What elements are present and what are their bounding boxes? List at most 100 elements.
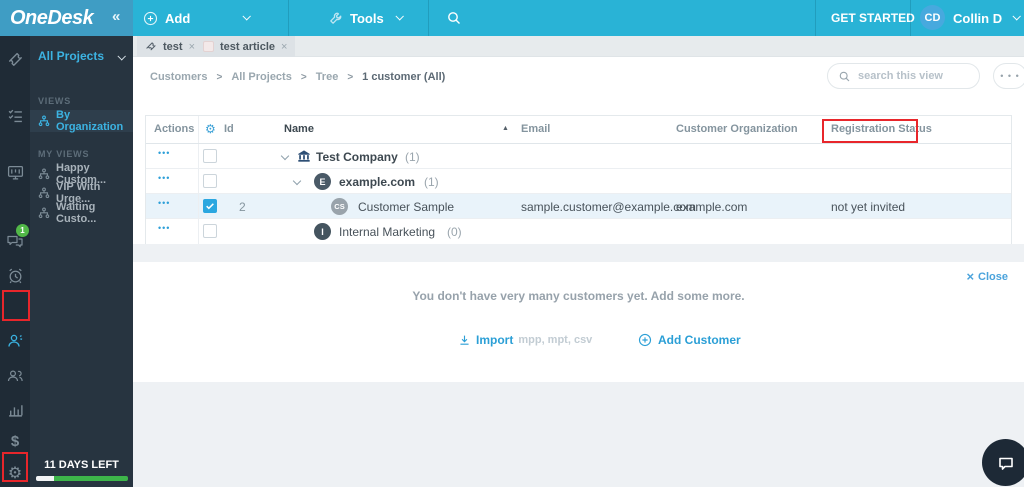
financials-icon[interactable]: $: [0, 428, 30, 454]
row-name: example.com: [339, 175, 416, 189]
view-label: By Organization: [56, 109, 124, 133]
sidebar-view-waiting[interactable]: Waiting Custo...: [30, 201, 133, 225]
sidebar-collapse-button[interactable]: «: [112, 8, 120, 25]
logo-block: OneDesk «: [0, 0, 133, 36]
row-name: Customer Sample: [358, 200, 455, 214]
tickets-icon[interactable]: [0, 46, 30, 72]
row-checkbox-checked[interactable]: [203, 199, 217, 213]
get-started-button[interactable]: GET STARTED: [831, 0, 915, 36]
customers-icon[interactable]: [0, 328, 30, 354]
add-customer-button[interactable]: Add Customer: [638, 333, 741, 347]
search-placeholder: search this view: [858, 70, 943, 82]
row-actions-icon[interactable]: •••: [158, 173, 170, 183]
sidebar-view-by-organization[interactable]: By Organization: [30, 109, 133, 133]
row-checkbox[interactable]: [203, 174, 217, 188]
organization-bank-icon: [297, 149, 311, 163]
top-navbar: OneDesk « Add Tools GET STARTED CD Colli…: [0, 0, 1024, 36]
chat-launcher-button[interactable]: [982, 439, 1024, 486]
column-divider: [198, 169, 199, 193]
row-count: (1): [424, 175, 439, 189]
search-icon: [838, 70, 851, 83]
onedesk-logo: OneDesk: [10, 6, 94, 29]
tools-label: Tools: [350, 10, 384, 26]
table-row-test-company[interactable]: ••• Test Company (1): [146, 144, 1011, 169]
chat-bubble-icon: [996, 453, 1016, 473]
header-name[interactable]: Name: [284, 123, 314, 135]
row-count: (1): [405, 150, 420, 164]
wrench-icon: [328, 11, 343, 26]
projects-sidebar: All Projects VIEWS By Organization MY VI…: [30, 36, 133, 487]
tab-label: test article: [220, 40, 276, 53]
column-divider: [198, 194, 199, 218]
global-search-icon[interactable]: [446, 10, 462, 26]
table-row-customer-sample[interactable]: ••• 2 CS Customer Sample sample.customer…: [146, 194, 1011, 219]
table-row-internal-marketing[interactable]: ••• I Internal Marketing (0): [146, 219, 1011, 244]
tools-button[interactable]: Tools: [328, 0, 384, 36]
annotation-box-customers-icon: [2, 290, 30, 321]
sort-ascending-icon[interactable]: ▲: [502, 125, 509, 132]
close-panel-button[interactable]: × Close: [966, 269, 1008, 284]
tasks-icon[interactable]: [0, 102, 30, 128]
header-id[interactable]: Id: [224, 123, 234, 135]
tab-label: test: [163, 40, 183, 53]
close-x-icon: ×: [966, 269, 975, 284]
content-bottom-background: [133, 382, 1024, 487]
article-icon: [203, 41, 214, 52]
header-actions[interactable]: Actions: [154, 123, 194, 135]
add-customer-label: Add Customer: [658, 333, 741, 347]
view-search-input[interactable]: search this view: [827, 63, 980, 89]
section-gap: [133, 244, 1024, 262]
column-settings-gear-icon[interactable]: ⚙: [205, 122, 216, 136]
all-projects-selector[interactable]: All Projects: [38, 49, 104, 63]
breadcrumb-all-projects[interactable]: All Projects: [231, 71, 292, 83]
more-options-button[interactable]: • • •: [993, 63, 1024, 89]
nav-divider: [428, 0, 429, 36]
views-section-label: VIEWS: [38, 96, 72, 106]
nav-divider: [288, 0, 289, 36]
nav-divider: [910, 0, 911, 36]
import-button[interactable]: Import mpp, mpt, csv: [458, 333, 592, 347]
row-checkbox[interactable]: [203, 224, 217, 238]
tab-test-article[interactable]: test article ×: [195, 36, 296, 57]
tab-test[interactable]: test ×: [137, 36, 203, 57]
row-actions-icon[interactable]: •••: [158, 148, 170, 158]
download-icon: [458, 334, 471, 347]
row-count: (0): [447, 225, 462, 239]
table-row-example-com[interactable]: ••• E example.com (1): [146, 169, 1011, 194]
timesheets-icon[interactable]: [0, 262, 30, 288]
all-projects-chevron-icon[interactable]: [117, 52, 126, 61]
annotation-box-apps-icon: [2, 452, 28, 482]
collapse-chevron-icon[interactable]: [292, 176, 302, 186]
my-views-section-label: MY VIEWS: [38, 149, 90, 159]
import-formats: mpp, mpt, csv: [518, 334, 593, 346]
get-started-label: GET STARTED: [831, 11, 915, 25]
breadcrumb-separator: >: [347, 71, 354, 83]
user-menu[interactable]: Collin D: [953, 0, 1002, 36]
analytics-icon[interactable]: [0, 396, 30, 422]
column-divider: [198, 219, 199, 244]
header-email[interactable]: Email: [521, 123, 550, 135]
user-chevron-icon[interactable]: [1012, 12, 1021, 21]
board-icon[interactable]: [0, 159, 30, 185]
row-actions-icon[interactable]: •••: [158, 223, 170, 233]
header-org[interactable]: Customer Organization: [676, 123, 798, 135]
org-chart-icon: [38, 187, 50, 199]
tab-close-icon[interactable]: ×: [281, 41, 287, 53]
breadcrumb-current: 1 customer (All): [362, 71, 446, 83]
breadcrumb-customers[interactable]: Customers: [150, 71, 207, 83]
tools-chevron-icon[interactable]: [395, 12, 404, 21]
add-chevron-icon[interactable]: [242, 12, 251, 21]
plus-circle-icon: [638, 333, 652, 347]
breadcrumb-tree[interactable]: Tree: [316, 71, 339, 83]
collapse-chevron-icon[interactable]: [280, 151, 290, 161]
nav-divider: [815, 0, 816, 36]
org-avatar: I: [314, 223, 331, 240]
add-button[interactable]: Add: [143, 0, 190, 36]
users-icon[interactable]: [0, 363, 30, 389]
breadcrumb: Customers > All Projects > Tree > 1 cust…: [150, 71, 445, 83]
column-divider: [198, 144, 199, 168]
row-actions-icon[interactable]: •••: [158, 198, 170, 208]
user-avatar[interactable]: CD: [920, 5, 945, 30]
empty-state-message: You don't have very many customers yet. …: [412, 289, 745, 303]
row-checkbox[interactable]: [203, 149, 217, 163]
